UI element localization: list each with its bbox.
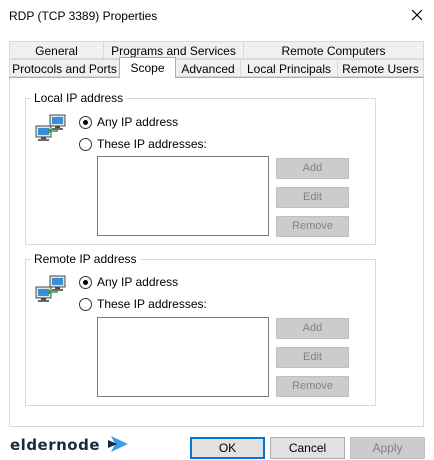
- eldernode-watermark: eldernode: [10, 436, 140, 456]
- tab-remote-computers[interactable]: Remote Computers: [243, 41, 424, 59]
- tab-label: Protocols and Ports: [12, 62, 117, 76]
- remote-any-ip-radio[interactable]: [79, 276, 92, 289]
- watermark-text: eldernode: [10, 436, 101, 454]
- local-ip-legend: Local IP address: [31, 91, 127, 105]
- properties-dialog: RDP (TCP 3389) Properties General Progra…: [0, 0, 434, 460]
- tab-label: General: [35, 44, 78, 58]
- local-these-ip-radio[interactable]: [79, 138, 92, 151]
- tab-protocols-and-ports[interactable]: Protocols and Ports: [9, 59, 120, 77]
- remote-remove-button[interactable]: Remove: [276, 376, 349, 397]
- tab-general[interactable]: General: [9, 41, 104, 59]
- remote-ip-list[interactable]: [97, 317, 269, 397]
- close-icon: [411, 9, 423, 21]
- window-title: RDP (TCP 3389) Properties: [9, 9, 158, 23]
- network-computers-icon: [35, 114, 66, 141]
- cancel-button[interactable]: Cancel: [270, 437, 345, 459]
- play-arrow-logo-icon: [108, 436, 128, 452]
- tab-scope[interactable]: Scope: [119, 57, 176, 78]
- tab-label: Remote Computers: [281, 44, 386, 58]
- remote-add-button[interactable]: Add: [276, 318, 349, 339]
- remote-edit-button[interactable]: Edit: [276, 347, 349, 368]
- remote-these-ip-label[interactable]: These IP addresses:: [97, 297, 207, 311]
- local-ip-group: Local IP address Any IP address These IP…: [25, 91, 376, 245]
- tab-divider: [9, 77, 424, 78]
- tab-label: Advanced: [181, 62, 235, 76]
- tab-label: Programs and Services: [111, 44, 236, 58]
- close-button[interactable]: [408, 6, 426, 24]
- radio-selected-dot: [83, 120, 88, 125]
- scope-panel: Local IP address Any IP address These IP…: [9, 77, 424, 427]
- tab-advanced[interactable]: Advanced: [175, 59, 241, 77]
- remote-ip-group: Remote IP address Any IP address These I…: [25, 252, 376, 406]
- tab-remote-users[interactable]: Remote Users: [337, 59, 424, 77]
- network-computers-icon: [35, 275, 66, 302]
- remote-these-ip-radio[interactable]: [79, 298, 92, 311]
- ok-button[interactable]: OK: [190, 437, 265, 459]
- tab-label: Remote Users: [342, 62, 419, 76]
- local-add-button[interactable]: Add: [276, 158, 349, 179]
- local-these-ip-label[interactable]: These IP addresses:: [97, 137, 207, 151]
- radio-selected-dot: [83, 280, 88, 285]
- local-edit-button[interactable]: Edit: [276, 187, 349, 208]
- apply-button[interactable]: Apply: [350, 437, 425, 459]
- local-ip-list[interactable]: [97, 156, 269, 236]
- title-bar: RDP (TCP 3389) Properties: [0, 0, 434, 32]
- tab-label: Local Principals: [246, 62, 332, 76]
- local-any-ip-label[interactable]: Any IP address: [97, 115, 178, 129]
- tab-label: Scope: [130, 61, 165, 75]
- remote-any-ip-label[interactable]: Any IP address: [97, 275, 178, 289]
- local-remove-button[interactable]: Remove: [276, 216, 349, 237]
- local-any-ip-radio[interactable]: [79, 116, 92, 129]
- active-tab-gap: [120, 77, 175, 78]
- remote-ip-legend: Remote IP address: [31, 252, 140, 266]
- tab-local-principals[interactable]: Local Principals: [240, 59, 338, 77]
